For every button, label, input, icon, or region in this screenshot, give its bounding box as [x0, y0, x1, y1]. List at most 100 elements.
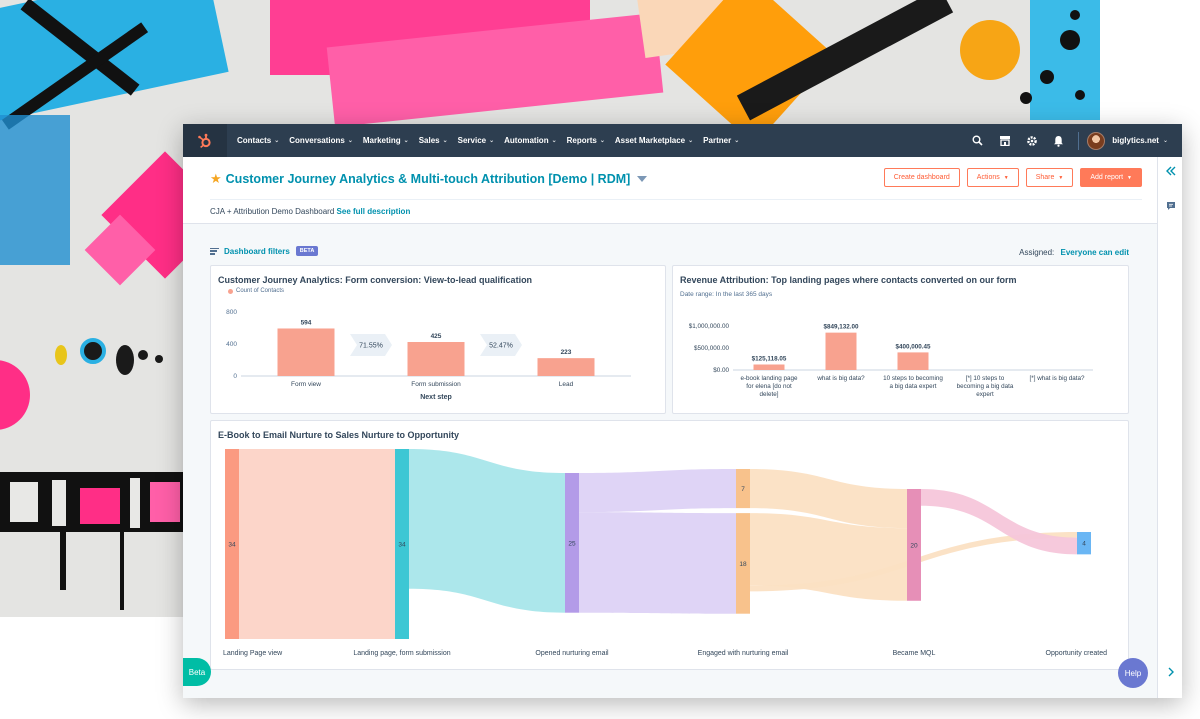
y-tick-label: $1,000,000.00 [689, 323, 730, 330]
assigned-label: Assigned: [1019, 248, 1055, 257]
y-tick-label: 800 [226, 309, 237, 316]
dashboard-switcher-caret-icon[interactable] [637, 176, 648, 182]
x-axis-title: Next step [420, 394, 452, 401]
collapse-chevrons-icon[interactable] [1158, 165, 1182, 177]
beta-feedback-button[interactable]: Beta [183, 658, 211, 686]
nav-conversations[interactable]: Conversations ⌄ [289, 136, 353, 145]
sankey-node-value: 4 [1082, 541, 1086, 548]
caret-down-icon: ▼ [1127, 174, 1132, 181]
search-icon[interactable] [964, 124, 991, 157]
nav-reports[interactable]: Reports ⌄ [567, 136, 605, 145]
bar-value-label: 594 [301, 319, 312, 326]
nav-automation[interactable]: Automation ⌄ [504, 136, 556, 145]
chevron-down-icon: ⌄ [734, 138, 740, 144]
report-card-revenue-attribution[interactable]: Revenue Attribution: Top landing pages w… [672, 265, 1129, 414]
dashboard-filters[interactable]: Dashboard filters BETA [210, 246, 319, 257]
x-tick-label: 10 steps to becoming [883, 375, 943, 382]
title-row: ★ Customer Journey Analytics & Multi-tou… [210, 171, 648, 187]
create-dashboard-button[interactable]: Create dashboard [883, 168, 960, 187]
sankey-link [239, 449, 395, 639]
conversion-rate-label: 52.47% [489, 343, 513, 350]
x-tick-label: [*] what is big data? [1030, 375, 1085, 382]
bar-value-label: $400,000.45 [895, 343, 931, 350]
sankey-node-value: 34 [228, 542, 236, 549]
dashboard-description: CJA + Attribution Demo Dashboard See ful… [210, 207, 410, 216]
bar [897, 352, 929, 370]
nav-utilities: biglytics.net ⌄ [964, 124, 1168, 157]
bar [825, 332, 857, 370]
y-tick-label: $0.00 [713, 367, 729, 374]
actions-button[interactable]: Actions ▼ [966, 168, 1019, 187]
nav-divider [1078, 131, 1080, 150]
bar [753, 364, 785, 370]
report-card-sankey[interactable]: E-Book to Email Nurture to Sales Nurture… [210, 420, 1129, 670]
dashboard-filters-label[interactable]: Dashboard filters [224, 247, 290, 256]
see-full-description-link[interactable]: See full description [337, 207, 411, 216]
bar [407, 342, 465, 376]
conversion-rate-label: 71.55% [359, 343, 383, 350]
nav-contacts[interactable]: Contacts ⌄ [237, 136, 279, 145]
share-button[interactable]: Share ▼ [1025, 168, 1074, 187]
chevron-right-icon[interactable] [1158, 667, 1182, 677]
assigned-info: Assigned: Everyone can edit [1019, 248, 1129, 257]
bar [537, 358, 595, 376]
bar-value-label: $125,118.05 [752, 355, 787, 362]
x-tick-label: becoming a big data [957, 383, 1014, 390]
caret-down-icon: ▼ [1003, 174, 1009, 181]
y-tick-label: 400 [226, 341, 237, 348]
help-button[interactable]: Help [1118, 658, 1148, 688]
nav-partner[interactable]: Partner ⌄ [703, 136, 739, 145]
app-window: Contacts ⌄ Conversations ⌄ Marketing ⌄ Sale… [183, 124, 1182, 698]
x-tick-label: delete] [760, 391, 779, 398]
sankey-stage-label: Landing page, form submission [353, 650, 450, 657]
add-report-button[interactable]: Add report ▼ [1080, 168, 1142, 187]
sankey-link [579, 469, 736, 513]
avatar[interactable] [1087, 131, 1106, 150]
notifications-icon[interactable] [1045, 124, 1072, 157]
sankey-node-value: 20 [910, 542, 918, 549]
hubspot-logo-icon[interactable] [183, 124, 227, 157]
report-card-form-conversion[interactable]: Customer Journey Analytics: Form convers… [210, 265, 666, 414]
nav-marketing[interactable]: Marketing ⌄ [363, 136, 409, 145]
y-tick-label: $500,000.00 [694, 345, 730, 352]
x-tick-label: what is big data? [816, 375, 865, 382]
x-tick-label: expert [976, 391, 994, 398]
description-text: CJA + Attribution Demo Dashboard [210, 207, 335, 216]
sankey-node-value: 34 [398, 542, 406, 549]
top-navigation: Contacts ⌄ Conversations ⌄ Marketing ⌄ Sale… [183, 124, 1182, 157]
sankey-chart: 34 Landing Page view 34 Landing page, form … [223, 449, 1108, 657]
chevron-down-icon: ⌄ [489, 138, 495, 144]
assigned-value-link[interactable]: Everyone can edit [1061, 248, 1129, 257]
x-tick-label: for elena [do not [746, 383, 792, 390]
sankey-node-value: 25 [568, 540, 576, 547]
chevron-down-icon[interactable]: ⌄ [1163, 137, 1168, 144]
bar-value-label: 223 [561, 349, 572, 356]
beta-badge: BETA [295, 246, 319, 257]
x-tick-label: Lead [559, 381, 574, 388]
y-tick-label: 0 [233, 373, 237, 380]
chevron-down-icon: ⌄ [403, 138, 409, 144]
chevron-down-icon: ⌄ [551, 138, 557, 144]
sankey-stage-label: Engaged with nurturing email [698, 650, 789, 657]
bar-value-label: 425 [431, 333, 442, 340]
revenue-bar-chart: $1,000,000.00 $500,000.00 $0.00 $125,118.05… [689, 323, 1093, 398]
bar-value-label: $849,132.00 [823, 324, 859, 331]
sankey-node-value: 7 [741, 486, 745, 493]
nav-sales[interactable]: Sales ⌄ [419, 136, 448, 145]
nav-service[interactable]: Service ⌄ [458, 136, 495, 145]
right-sidebar-rail [1157, 157, 1182, 698]
x-tick-label: a big data expert [890, 383, 937, 390]
account-name[interactable]: biglytics.net [1112, 136, 1159, 145]
x-tick-label: Form view [291, 381, 321, 388]
favorite-star-icon[interactable]: ★ [210, 171, 222, 187]
chevron-down-icon: ⌄ [599, 138, 605, 144]
settings-icon[interactable] [1018, 124, 1045, 157]
dashboard-header: ★ Customer Journey Analytics & Multi-tou… [183, 157, 1157, 224]
page-title[interactable]: Customer Journey Analytics & Multi-touch… [226, 172, 631, 186]
header-divider [210, 199, 1142, 200]
comments-icon[interactable] [1158, 201, 1182, 211]
funnel-bar-chart: 800 400 0 594 Form view 425 Form submission 223… [226, 309, 631, 401]
sankey-stage-label: Opportunity created [1046, 650, 1108, 657]
marketplace-icon[interactable] [991, 124, 1018, 157]
nav-asset-marketplace[interactable]: Asset Marketplace ⌄ [615, 136, 693, 145]
